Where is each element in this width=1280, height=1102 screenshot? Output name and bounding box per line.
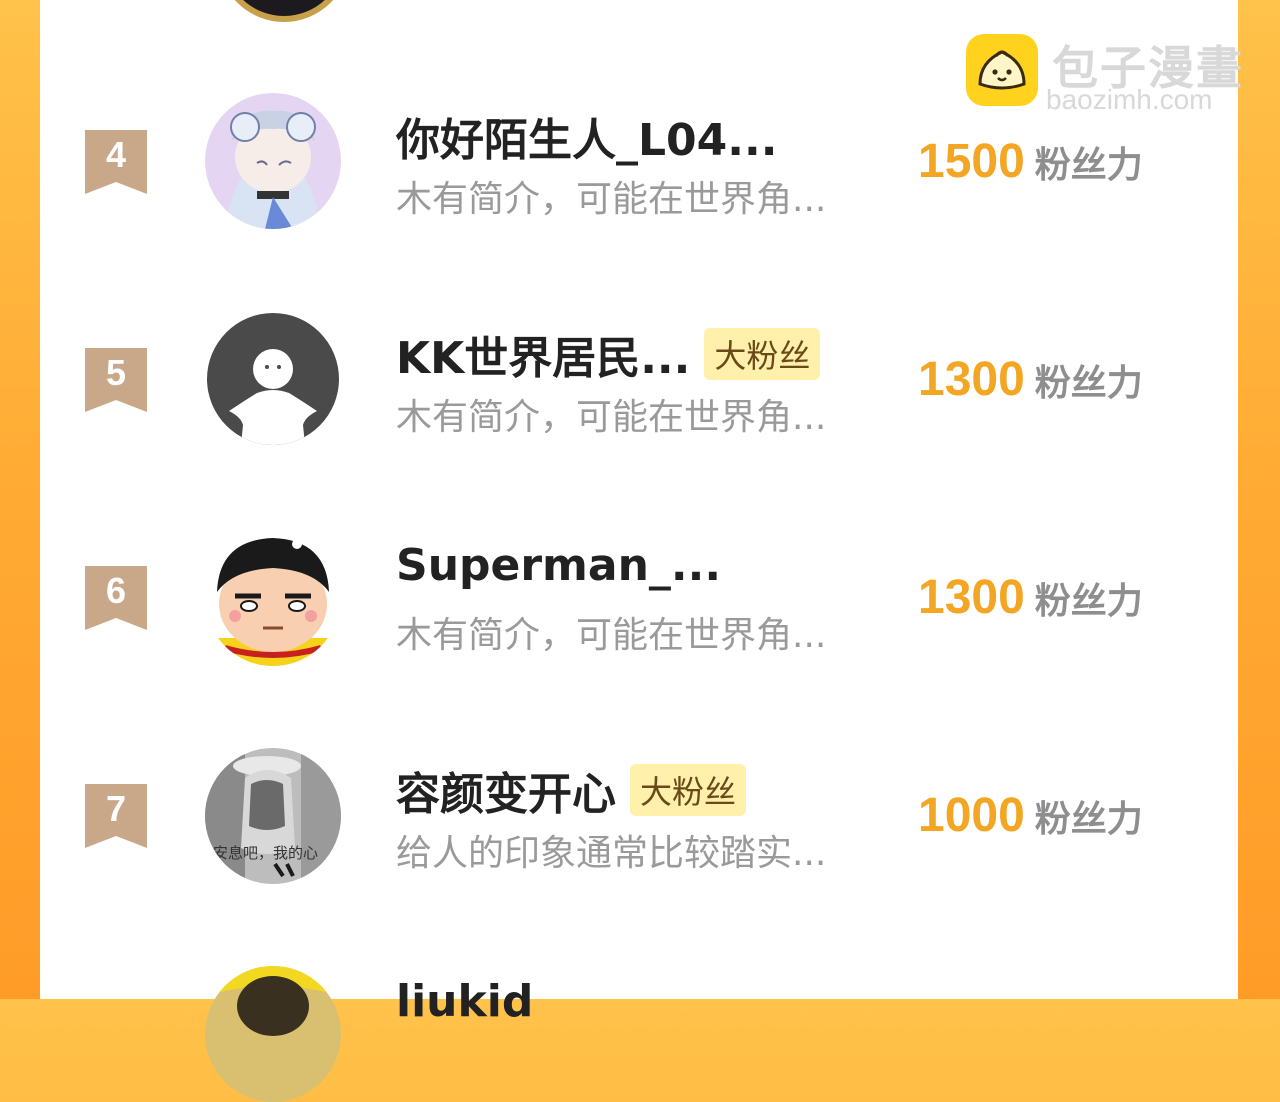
watermark-url: baozimh.com <box>1046 84 1213 115</box>
score-value: 1300 <box>918 571 1025 624</box>
fan-bio: 给人的印象通常比较踏实... <box>396 833 827 874</box>
partial-avatar[interactable] <box>205 966 341 1102</box>
score-unit: 粉丝力 <box>1034 144 1143 186</box>
fan-name[interactable]: 你好陌生人_L04... <box>396 104 777 168</box>
fan-name-line: Superman_... <box>396 540 721 600</box>
rank-number: 7 <box>105 788 127 829</box>
cartoon-boy-avatar[interactable] <box>205 530 341 666</box>
score-unit: 粉丝力 <box>1034 362 1143 404</box>
fan-bio: 木有简介，可能在世界角... <box>396 615 827 656</box>
fan-name-line: 你好陌生人_L04... <box>396 104 777 166</box>
fan-bio: 木有简介，可能在世界角... <box>396 397 827 438</box>
fan-score: 1300 粉丝力 <box>918 352 1143 407</box>
rank-number: 5 <box>105 352 127 393</box>
big-fan-badge: 大粉丝 <box>630 764 747 816</box>
anime-girl-avatar[interactable] <box>205 93 341 229</box>
fan-score: 1000 粉丝力 <box>918 788 1143 843</box>
big-fan-badge: 大粉丝 <box>704 328 821 380</box>
fan-score: 1300 粉丝力 <box>918 570 1143 625</box>
rank-flag: 7 <box>85 784 147 848</box>
rank-number: 6 <box>105 570 127 611</box>
rank-flag: 6 <box>85 566 147 630</box>
photo-avatar[interactable]: 安息吧，我的心 <box>205 748 341 884</box>
fan-score: 1500 粉丝力 <box>918 134 1143 189</box>
score-unit: 粉丝力 <box>1034 798 1143 840</box>
fan-name[interactable]: KK世界居民... <box>396 322 690 386</box>
fan-name-line: 容颜变开心 大粉丝 <box>396 758 747 820</box>
fan-name-line: liukid <box>396 976 533 1036</box>
fan-name[interactable]: Superman_... <box>396 540 721 591</box>
score-value: 1300 <box>918 353 1025 406</box>
score-value: 1500 <box>918 135 1025 188</box>
fan-name[interactable]: liukid <box>396 976 533 1027</box>
default-avatar[interactable] <box>207 313 339 445</box>
fan-name-line: KK世界居民... 大粉丝 <box>396 322 821 384</box>
rank-flag: 5 <box>85 348 147 412</box>
fan-bio: 木有简介，可能在世界角... <box>396 179 827 220</box>
avatar-caption: 安息吧，我的心 <box>213 844 319 862</box>
rank-flag: 4 <box>85 130 147 194</box>
score-value: 1000 <box>918 789 1025 842</box>
watermark: 包子漫畫 baozimh.com <box>966 34 1256 120</box>
score-unit: 粉丝力 <box>1034 580 1143 622</box>
bun-logo-icon <box>966 34 1038 106</box>
rank-number: 4 <box>105 134 127 175</box>
fan-name[interactable]: 容颜变开心 <box>396 758 616 822</box>
